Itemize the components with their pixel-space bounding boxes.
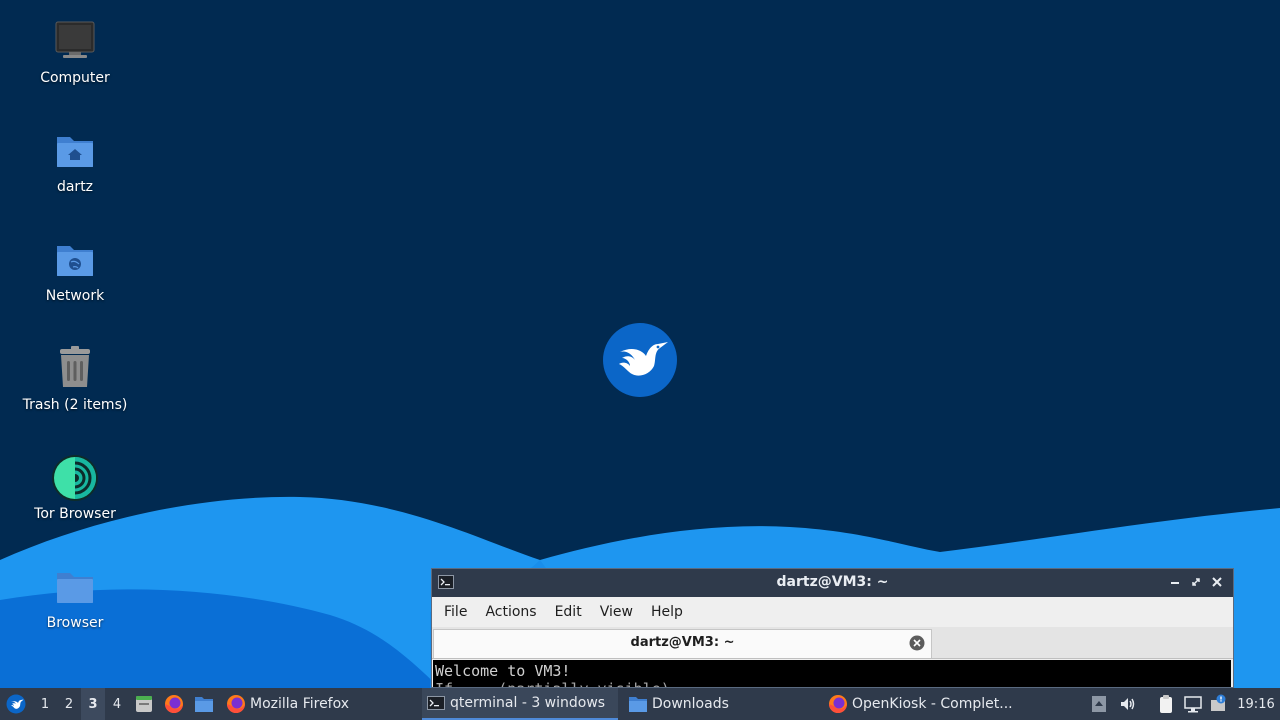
terminal-output[interactable]: Welcome to VM3! If ... (partially visibl… <box>433 660 1231 687</box>
desktop-icon-tor-browser[interactable]: Tor Browser <box>10 454 140 522</box>
quicklaunch-files[interactable] <box>134 688 154 720</box>
menu-actions[interactable]: Actions <box>476 604 545 620</box>
tray-network[interactable] <box>1183 688 1203 720</box>
tab-terminal[interactable]: dartz@VM3: ~ <box>433 629 932 658</box>
clipboard-icon <box>1160 695 1172 713</box>
workspace-1[interactable]: 1 <box>33 688 57 720</box>
menu-file[interactable]: File <box>435 604 476 620</box>
desktop-icon-label: Trash (2 items) <box>22 397 128 413</box>
folder-icon <box>629 697 647 712</box>
task-label: Downloads <box>652 696 729 712</box>
maximize-button[interactable] <box>1188 574 1204 590</box>
tab-label: dartz@VM3: ~ <box>630 635 735 650</box>
tray-expand-button[interactable] <box>1091 688 1109 720</box>
task-label: OpenKiosk - Complet... <box>852 696 1013 712</box>
menu-view[interactable]: View <box>591 604 642 620</box>
trash-icon <box>60 346 90 387</box>
terminal-line: If ... (partially visible) <box>435 680 1229 687</box>
quicklaunch-folder[interactable] <box>194 688 214 720</box>
network-folder-icon <box>57 246 93 276</box>
task-downloads[interactable]: Downloads <box>624 688 820 720</box>
desktop-icon-label: dartz <box>56 179 94 195</box>
lubuntu-logo-icon <box>603 323 677 397</box>
terminal-line: Welcome to VM3! <box>435 662 571 680</box>
clock[interactable]: 19:16 <box>1236 688 1276 720</box>
minimize-icon <box>1171 582 1179 584</box>
menu-edit[interactable]: Edit <box>546 604 591 620</box>
lubuntu-logo-icon <box>6 694 26 714</box>
desktop-icon-label: Tor Browser <box>34 506 116 522</box>
menu-help[interactable]: Help <box>642 604 692 620</box>
home-folder-icon <box>57 137 93 167</box>
quicklaunch-firefox[interactable] <box>164 688 184 720</box>
menu-bar: File Actions Edit View Help <box>432 597 1233 627</box>
volume-icon <box>1121 698 1135 710</box>
task-label: Mozilla Firefox <box>250 696 350 712</box>
firefox-icon <box>165 695 183 713</box>
start-menu-button[interactable] <box>4 688 28 720</box>
desktop-icon-label: Browser <box>46 615 104 631</box>
workspace-3[interactable]: 3 <box>81 688 105 720</box>
close-icon <box>1212 577 1222 587</box>
window-title: dartz@VM3: ~ <box>776 574 889 590</box>
file-manager-icon <box>136 696 152 712</box>
desktop-icon-label: Network <box>45 288 105 304</box>
firefox-icon <box>227 695 245 713</box>
desktop-icon-computer[interactable]: Computer <box>10 18 140 86</box>
folder-icon <box>195 697 213 712</box>
firefox-icon <box>829 695 847 713</box>
desktop-icon-network[interactable]: Network <box>10 236 140 304</box>
tray-clipboard[interactable] <box>1156 688 1176 720</box>
desktop-icon-home[interactable]: dartz <box>10 127 140 195</box>
network-wired-icon <box>1184 696 1202 713</box>
tray-volume[interactable] <box>1118 688 1138 720</box>
tab-bar: dartz@VM3: ~ <box>432 627 1233 659</box>
task-label: qterminal - 3 windows <box>450 695 606 711</box>
desktop-icon-trash[interactable]: Trash (2 items) <box>10 345 140 413</box>
desktop-icon-browser-folder[interactable]: Browser <box>10 563 140 631</box>
desktop-icon-label: Computer <box>40 70 110 86</box>
minimize-button[interactable] <box>1167 574 1183 590</box>
folder-icon <box>57 573 93 603</box>
tor-browser-icon <box>52 455 98 501</box>
window-titlebar[interactable]: dartz@VM3: ~ <box>432 569 1233 597</box>
terminal-icon <box>427 696 445 710</box>
computer-icon <box>55 21 95 58</box>
tray-arrow-up-icon <box>1092 696 1106 712</box>
taskbar: 1 2 3 4 Mozilla Firefox qterminal - 3 wi… <box>0 688 1280 720</box>
workspace-4[interactable]: 4 <box>105 688 129 720</box>
tab-close-icon[interactable] <box>909 635 925 651</box>
workspace-2[interactable]: 2 <box>57 688 81 720</box>
task-qterminal[interactable]: qterminal - 3 windows <box>422 688 618 720</box>
close-button[interactable] <box>1209 574 1225 590</box>
tray-updates[interactable] <box>1208 688 1228 720</box>
maximize-icon <box>1192 578 1200 586</box>
task-openkiosk[interactable]: OpenKiosk - Complet... <box>824 688 1024 720</box>
terminal-window[interactable]: dartz@VM3: ~ File Actions Edit View Help… <box>431 568 1234 688</box>
task-firefox[interactable]: Mozilla Firefox <box>222 688 412 720</box>
update-notifier-icon <box>1211 694 1226 711</box>
